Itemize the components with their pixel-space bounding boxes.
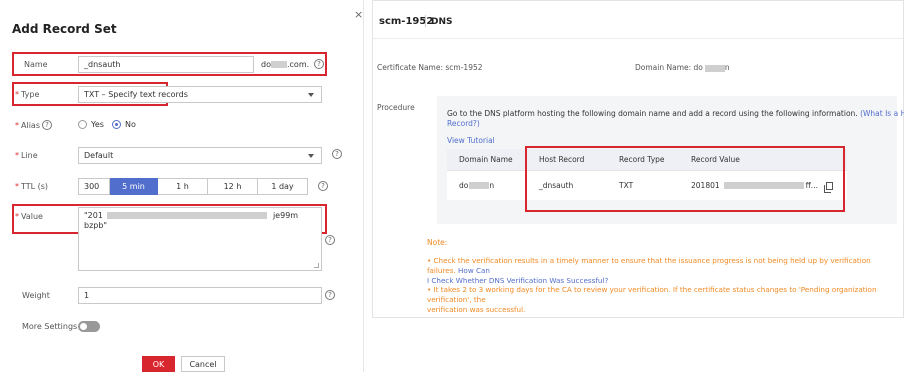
note-title: Note: [427, 238, 448, 247]
instruction-text: Go to the DNS platform hosting the follo… [447, 109, 904, 118]
cell-record-type: TXT [607, 169, 679, 200]
col-host-record: Host Record [527, 149, 607, 170]
alias-help-icon[interactable]: ? [42, 120, 52, 130]
ttl-option-5min[interactable]: 5 min [110, 178, 158, 195]
table-header-row: Domain Name Host Record Record Type Reco… [447, 149, 847, 170]
radio-selected-icon [112, 120, 121, 129]
note-item-2: • It takes 2 to 3 working days for the C… [427, 285, 877, 314]
radio-icon [78, 120, 87, 129]
ttl-option-1h[interactable]: 1 h [158, 178, 208, 195]
col-domain-name: Domain Name [447, 149, 527, 170]
name-domain-suffix: do .com. [261, 60, 310, 69]
cell-record-value: 201801 ff... [679, 169, 847, 200]
value-textarea[interactable]: "201 je99m bzpb" [78, 207, 322, 271]
alias-label: * Alias [15, 121, 40, 130]
chevron-down-icon [308, 93, 314, 97]
type-select[interactable]: TXT – Specify text records [78, 86, 322, 103]
ttl-option-12h[interactable]: 12 h [208, 178, 258, 195]
weight-label: Weight [22, 291, 50, 300]
resize-handle-icon[interactable] [314, 263, 319, 268]
note-item-1: • Check the verification results in a ti… [427, 256, 871, 285]
weight-input[interactable]: 1 [78, 287, 322, 304]
name-input[interactable]: _dnsauth [78, 56, 254, 73]
domain-name-text: Domain Name: do n [635, 63, 730, 72]
alias-radio-yes[interactable]: Yes [78, 120, 104, 129]
ok-button[interactable]: OK [142, 356, 175, 372]
name-label: Name [24, 60, 48, 69]
weight-help-icon[interactable]: ? [325, 290, 335, 300]
value-label: * Value [15, 212, 43, 221]
more-settings-toggle[interactable] [78, 321, 100, 332]
certificate-name-text: Certificate Name: scm-1952 [377, 63, 483, 72]
record-table: Domain Name Host Record Record Type Reco… [447, 149, 847, 200]
col-record-type: Record Type [607, 149, 679, 170]
view-tutorial-link[interactable]: View Tutorial [447, 136, 495, 145]
more-settings-label: More Settings [22, 322, 78, 331]
ttl-help-icon[interactable]: ? [318, 181, 328, 191]
host-record-help-link[interactable]: (What Is a Host [860, 109, 904, 118]
table-row: do n _dnsauth TXT 201801 ff... [447, 169, 847, 200]
ttl-option-1day[interactable]: 1 day [258, 178, 308, 195]
type-label: * Type [15, 90, 40, 99]
ttl-label: * TTL (s) [15, 182, 49, 191]
close-icon[interactable]: × [354, 9, 363, 20]
cancel-button[interactable]: Cancel [181, 356, 225, 372]
line-label: * Line [15, 151, 38, 160]
header-divider [425, 15, 426, 27]
cell-host-record: _dnsauth [527, 169, 607, 200]
line-help-icon[interactable]: ? [332, 149, 342, 159]
alias-radio-no[interactable]: No [112, 120, 136, 129]
host-record-help-link-cont[interactable]: Record?) [447, 119, 480, 128]
cell-domain-name: do n [447, 169, 527, 200]
dns-verification-help-link[interactable]: I Check Whether DNS Verification Was Suc… [427, 276, 608, 285]
procedure-label: Procedure [377, 103, 415, 112]
panel-header: scm-1952 DNS [373, 1, 903, 39]
dialog-title: Add Record Set [12, 22, 117, 36]
name-help-icon[interactable]: ? [314, 59, 324, 69]
add-record-set-dialog: × Add Record Set Name _dnsauth do .com. ?… [0, 0, 364, 372]
line-select[interactable]: Default [78, 147, 322, 164]
value-help-icon[interactable]: ? [325, 235, 335, 245]
procedure-box: Go to the DNS platform hosting the follo… [437, 96, 904, 224]
copy-icon[interactable] [823, 181, 833, 193]
ttl-input[interactable]: 300 [78, 178, 110, 195]
chevron-down-icon [308, 154, 314, 158]
section-title: DNS [431, 17, 453, 27]
col-record-value: Record Value [679, 149, 847, 170]
certificate-dns-panel: scm-1952 DNS Certificate Name: scm-1952 … [372, 0, 904, 318]
